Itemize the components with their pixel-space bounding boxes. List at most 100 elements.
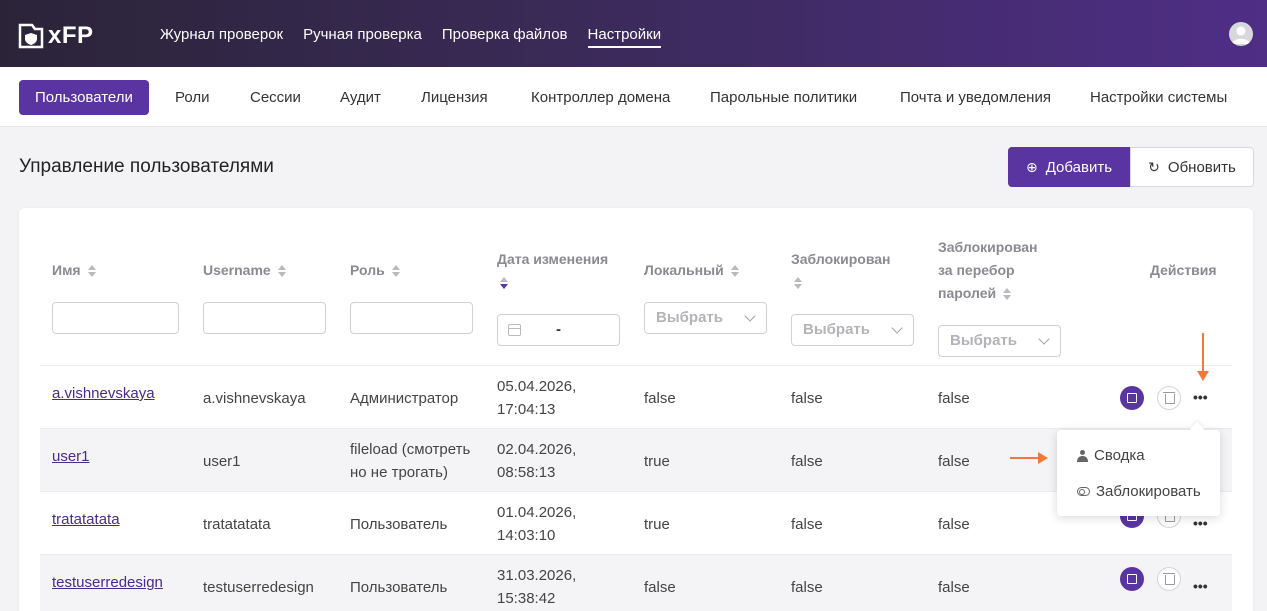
column-header-blocked-bruteforce-line3: паролей	[938, 285, 997, 301]
person-icon	[1232, 26, 1250, 44]
column-header-blocked-bruteforce-line2: за перебор	[938, 262, 1015, 278]
table-row: testuserredesign testuserredesign Пользо…	[40, 554, 1232, 611]
subnav-sessions[interactable]: Сессии	[234, 80, 317, 115]
modified-cell: 31.03.2026, 15:38:42	[497, 564, 576, 610]
subnav-password-policies[interactable]: Парольные политики	[694, 80, 873, 115]
date-range-filter[interactable]: -	[497, 314, 620, 346]
column-header-local[interactable]: Локальный	[644, 259, 740, 282]
subnav-domain-controller[interactable]: Контроллер домена	[515, 80, 686, 115]
blocked-cell: false	[791, 390, 823, 407]
logo[interactable]: xFP	[18, 22, 94, 50]
column-header-modified-label: Дата изменения	[497, 251, 609, 267]
table-row: a.vishnevskaya a.vishnevskaya Администра…	[40, 365, 1232, 428]
subnav-users[interactable]: Пользователи	[19, 80, 149, 115]
column-header-username-label: Username	[203, 262, 271, 278]
column-header-actions: Действия	[1150, 262, 1217, 278]
subnav-audit[interactable]: Аудит	[324, 80, 397, 115]
toggle-icon	[1077, 487, 1090, 496]
blocked-filter-select[interactable]: Выбрать	[791, 314, 914, 346]
column-header-username[interactable]: Username	[203, 259, 287, 282]
top-bar: xFP Журнал проверок Ручная проверка Пров…	[0, 0, 1267, 67]
blocked-cell: false	[791, 453, 823, 470]
subnav-roles[interactable]: Роли	[159, 80, 226, 115]
trash-icon[interactable]	[1157, 567, 1181, 591]
select-placeholder: Выбрать	[803, 321, 870, 338]
username-cell: a.vishnevskaya	[203, 390, 306, 407]
user-name-link[interactable]: testuserredesign	[52, 571, 163, 594]
blocked-bruteforce-filter-select[interactable]: Выбрать	[938, 325, 1061, 357]
date-range-separator: -	[556, 321, 561, 338]
column-header-blocked[interactable]: Заблокирован	[791, 248, 891, 294]
column-header-name[interactable]: Имя	[52, 259, 97, 282]
username-cell: tratatatata	[203, 516, 271, 533]
modified-date: 31.03.2026,	[497, 567, 577, 584]
menu-item-summary-label: Сводка	[1094, 447, 1145, 464]
user-name-link[interactable]: a.vishnevskaya	[52, 382, 155, 405]
edit-icon[interactable]	[1120, 386, 1144, 410]
user-name-link[interactable]: user1	[52, 445, 90, 468]
user-avatar-icon[interactable]	[1229, 22, 1253, 46]
sort-icon[interactable]	[730, 264, 740, 278]
role-cell: Пользователь	[350, 516, 448, 533]
local-cell: false	[644, 390, 676, 407]
menu-item-summary[interactable]: Сводка	[1077, 447, 1145, 464]
modified-cell: 01.04.2026, 14:03:10	[497, 501, 576, 547]
sort-icon[interactable]	[793, 276, 803, 290]
menu-item-block[interactable]: Заблокировать	[1077, 483, 1201, 500]
sort-icon[interactable]	[1002, 287, 1012, 301]
topnav-file-check[interactable]: Проверка файлов	[442, 0, 568, 67]
column-header-role[interactable]: Роль	[350, 259, 401, 282]
username-cell: testuserredesign	[203, 579, 314, 596]
modified-cell: 05.04.2026, 17:04:13	[497, 375, 576, 421]
table-row: tratatatata tratatatata Пользователь 01.…	[40, 491, 1232, 554]
role-cell: fileload (смотреть но не трогать)	[350, 438, 470, 484]
username-filter-input[interactable]	[203, 302, 326, 334]
modified-time: 15:38:42	[497, 590, 556, 607]
local-filter-select[interactable]: Выбрать	[644, 302, 767, 334]
table-row: user1 user1 fileload (смотреть но не тро…	[40, 428, 1232, 491]
users-table-card: Имя Username Роль Дата изменения Локальн…	[19, 208, 1253, 611]
blocked-cell: false	[791, 516, 823, 533]
chevron-down-icon	[891, 322, 903, 334]
add-button-label: Добавить	[1045, 158, 1113, 176]
select-placeholder: Выбрать	[656, 309, 723, 326]
top-nav: Журнал проверок Ручная проверка Проверка…	[160, 0, 681, 67]
refresh-icon: ↻	[1148, 158, 1160, 175]
username-cell: user1	[203, 453, 241, 470]
blocked-bruteforce-cell: false	[938, 390, 970, 407]
topnav-settings[interactable]: Настройки	[587, 0, 661, 67]
more-actions-icon[interactable]: •••	[1193, 390, 1213, 404]
sort-icon[interactable]	[391, 264, 401, 278]
column-header-modified[interactable]: Дата изменения	[497, 248, 608, 294]
blocked-bruteforce-cell: false	[938, 516, 970, 533]
role-cell: Пользователь	[350, 579, 448, 596]
subnav-license[interactable]: Лицензия	[405, 80, 504, 115]
local-cell: false	[644, 579, 676, 596]
refresh-button-label: Обновить	[1167, 158, 1236, 176]
more-actions-icon[interactable]: •••	[1193, 516, 1213, 530]
subnav-system-settings[interactable]: Настройки системы	[1074, 80, 1243, 115]
more-actions-icon[interactable]: •••	[1193, 579, 1213, 593]
select-placeholder: Выбрать	[950, 332, 1017, 349]
refresh-button[interactable]: ↻ Обновить	[1130, 147, 1254, 187]
column-header-blocked-bruteforce[interactable]: Заблокирован за перебор паролей	[938, 236, 1038, 305]
column-header-local-label: Локальный	[644, 262, 724, 278]
topnav-check-log[interactable]: Журнал проверок	[160, 0, 283, 67]
add-user-button[interactable]: ⊕ Добавить	[1008, 147, 1130, 187]
edit-icon[interactable]	[1120, 567, 1144, 591]
role-cell: Администратор	[350, 390, 459, 407]
chevron-down-icon	[1038, 333, 1050, 345]
sort-desc-icon[interactable]	[499, 276, 509, 290]
name-filter-input[interactable]	[52, 302, 179, 334]
role-filter-input[interactable]	[350, 302, 473, 334]
user-name-link[interactable]: tratatatata	[52, 508, 120, 531]
role-line2: но не трогать)	[350, 464, 448, 481]
shield-logo-icon	[18, 23, 44, 49]
subnav-mail-notifications[interactable]: Почта и уведомления	[884, 80, 1067, 115]
sort-icon[interactable]	[277, 264, 287, 278]
topnav-manual-check[interactable]: Ручная проверка	[303, 0, 422, 67]
sort-icon[interactable]	[87, 264, 97, 278]
trash-icon[interactable]	[1157, 386, 1181, 410]
settings-subnav: Пользователи Роли Сессии Аудит Лицензия …	[0, 67, 1267, 127]
modified-date: 01.04.2026,	[497, 504, 577, 521]
